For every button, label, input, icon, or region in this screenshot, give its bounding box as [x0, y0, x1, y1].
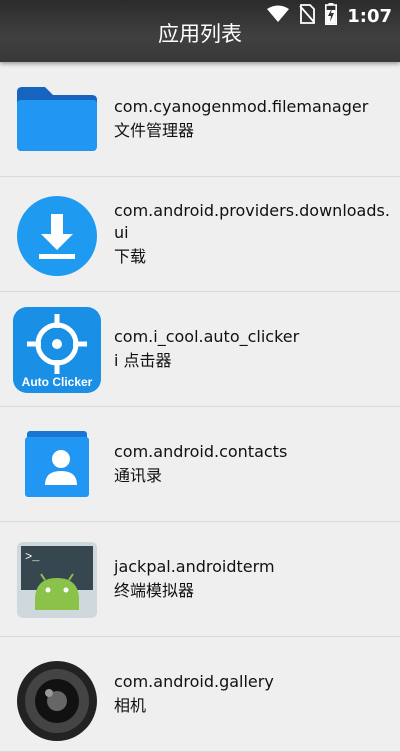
package-name: com.cyanogenmod.filemanager	[114, 97, 369, 116]
list-item-text: com.cyanogenmod.filemanager 文件管理器	[114, 62, 400, 176]
download-icon	[14, 196, 100, 276]
package-name: com.android.contacts	[114, 442, 288, 461]
list-item-text: com.android.providers.downloads.ui 下载	[114, 177, 400, 291]
package-name: com.i_cool.auto_clicker	[114, 327, 300, 346]
list-item-text: com.android.gallery 相机	[114, 637, 400, 751]
list-item-text: jackpal.androidterm 终端模拟器	[114, 522, 400, 636]
terminal-android-icon: >_	[14, 540, 100, 620]
app-name: 下载	[114, 247, 147, 266]
package-name: com.android.providers.downloads.ui	[114, 201, 390, 242]
app-name: i 点击器	[114, 351, 172, 370]
package-name: com.android.gallery	[114, 672, 274, 691]
status-time: 1:07	[347, 5, 392, 27]
list-item-text: com.android.contacts 通讯录	[114, 407, 400, 521]
list-item-text: com.i_cool.auto_clicker i 点击器	[114, 292, 400, 406]
battery-charging-icon	[325, 3, 338, 29]
app-name: 相机	[114, 696, 147, 715]
app-name: 终端模拟器	[114, 581, 195, 600]
app-name: 通讯录	[114, 466, 163, 485]
list-item[interactable]: com.cyanogenmod.filemanager 文件管理器	[0, 62, 400, 177]
no-sim-icon	[299, 4, 316, 28]
contacts-icon	[14, 429, 100, 499]
camera-lens-icon	[14, 655, 100, 745]
package-name: jackpal.androidterm	[114, 557, 275, 576]
app-name: 文件管理器	[114, 121, 195, 140]
list-item[interactable]: Auto Clicker com.i_cool.auto_clicker i 点…	[0, 292, 400, 407]
list-item[interactable]: >_ jackpal.androidterm 终端模拟器	[0, 522, 400, 637]
wifi-icon	[267, 5, 290, 27]
icon-label: Auto Clicker	[22, 375, 93, 389]
status-bar: 1:07	[267, 3, 392, 29]
list-item[interactable]: com.android.contacts 通讯录	[0, 407, 400, 522]
folder-icon	[14, 84, 100, 154]
app-list[interactable]: com.cyanogenmod.filemanager 文件管理器 com.an…	[0, 62, 400, 752]
crosshair-icon: Auto Clicker	[12, 306, 102, 394]
svg-text:>_: >_	[25, 550, 40, 564]
list-item[interactable]: com.android.providers.downloads.ui 下载	[0, 177, 400, 292]
list-item[interactable]: com.android.gallery 相机	[0, 637, 400, 752]
